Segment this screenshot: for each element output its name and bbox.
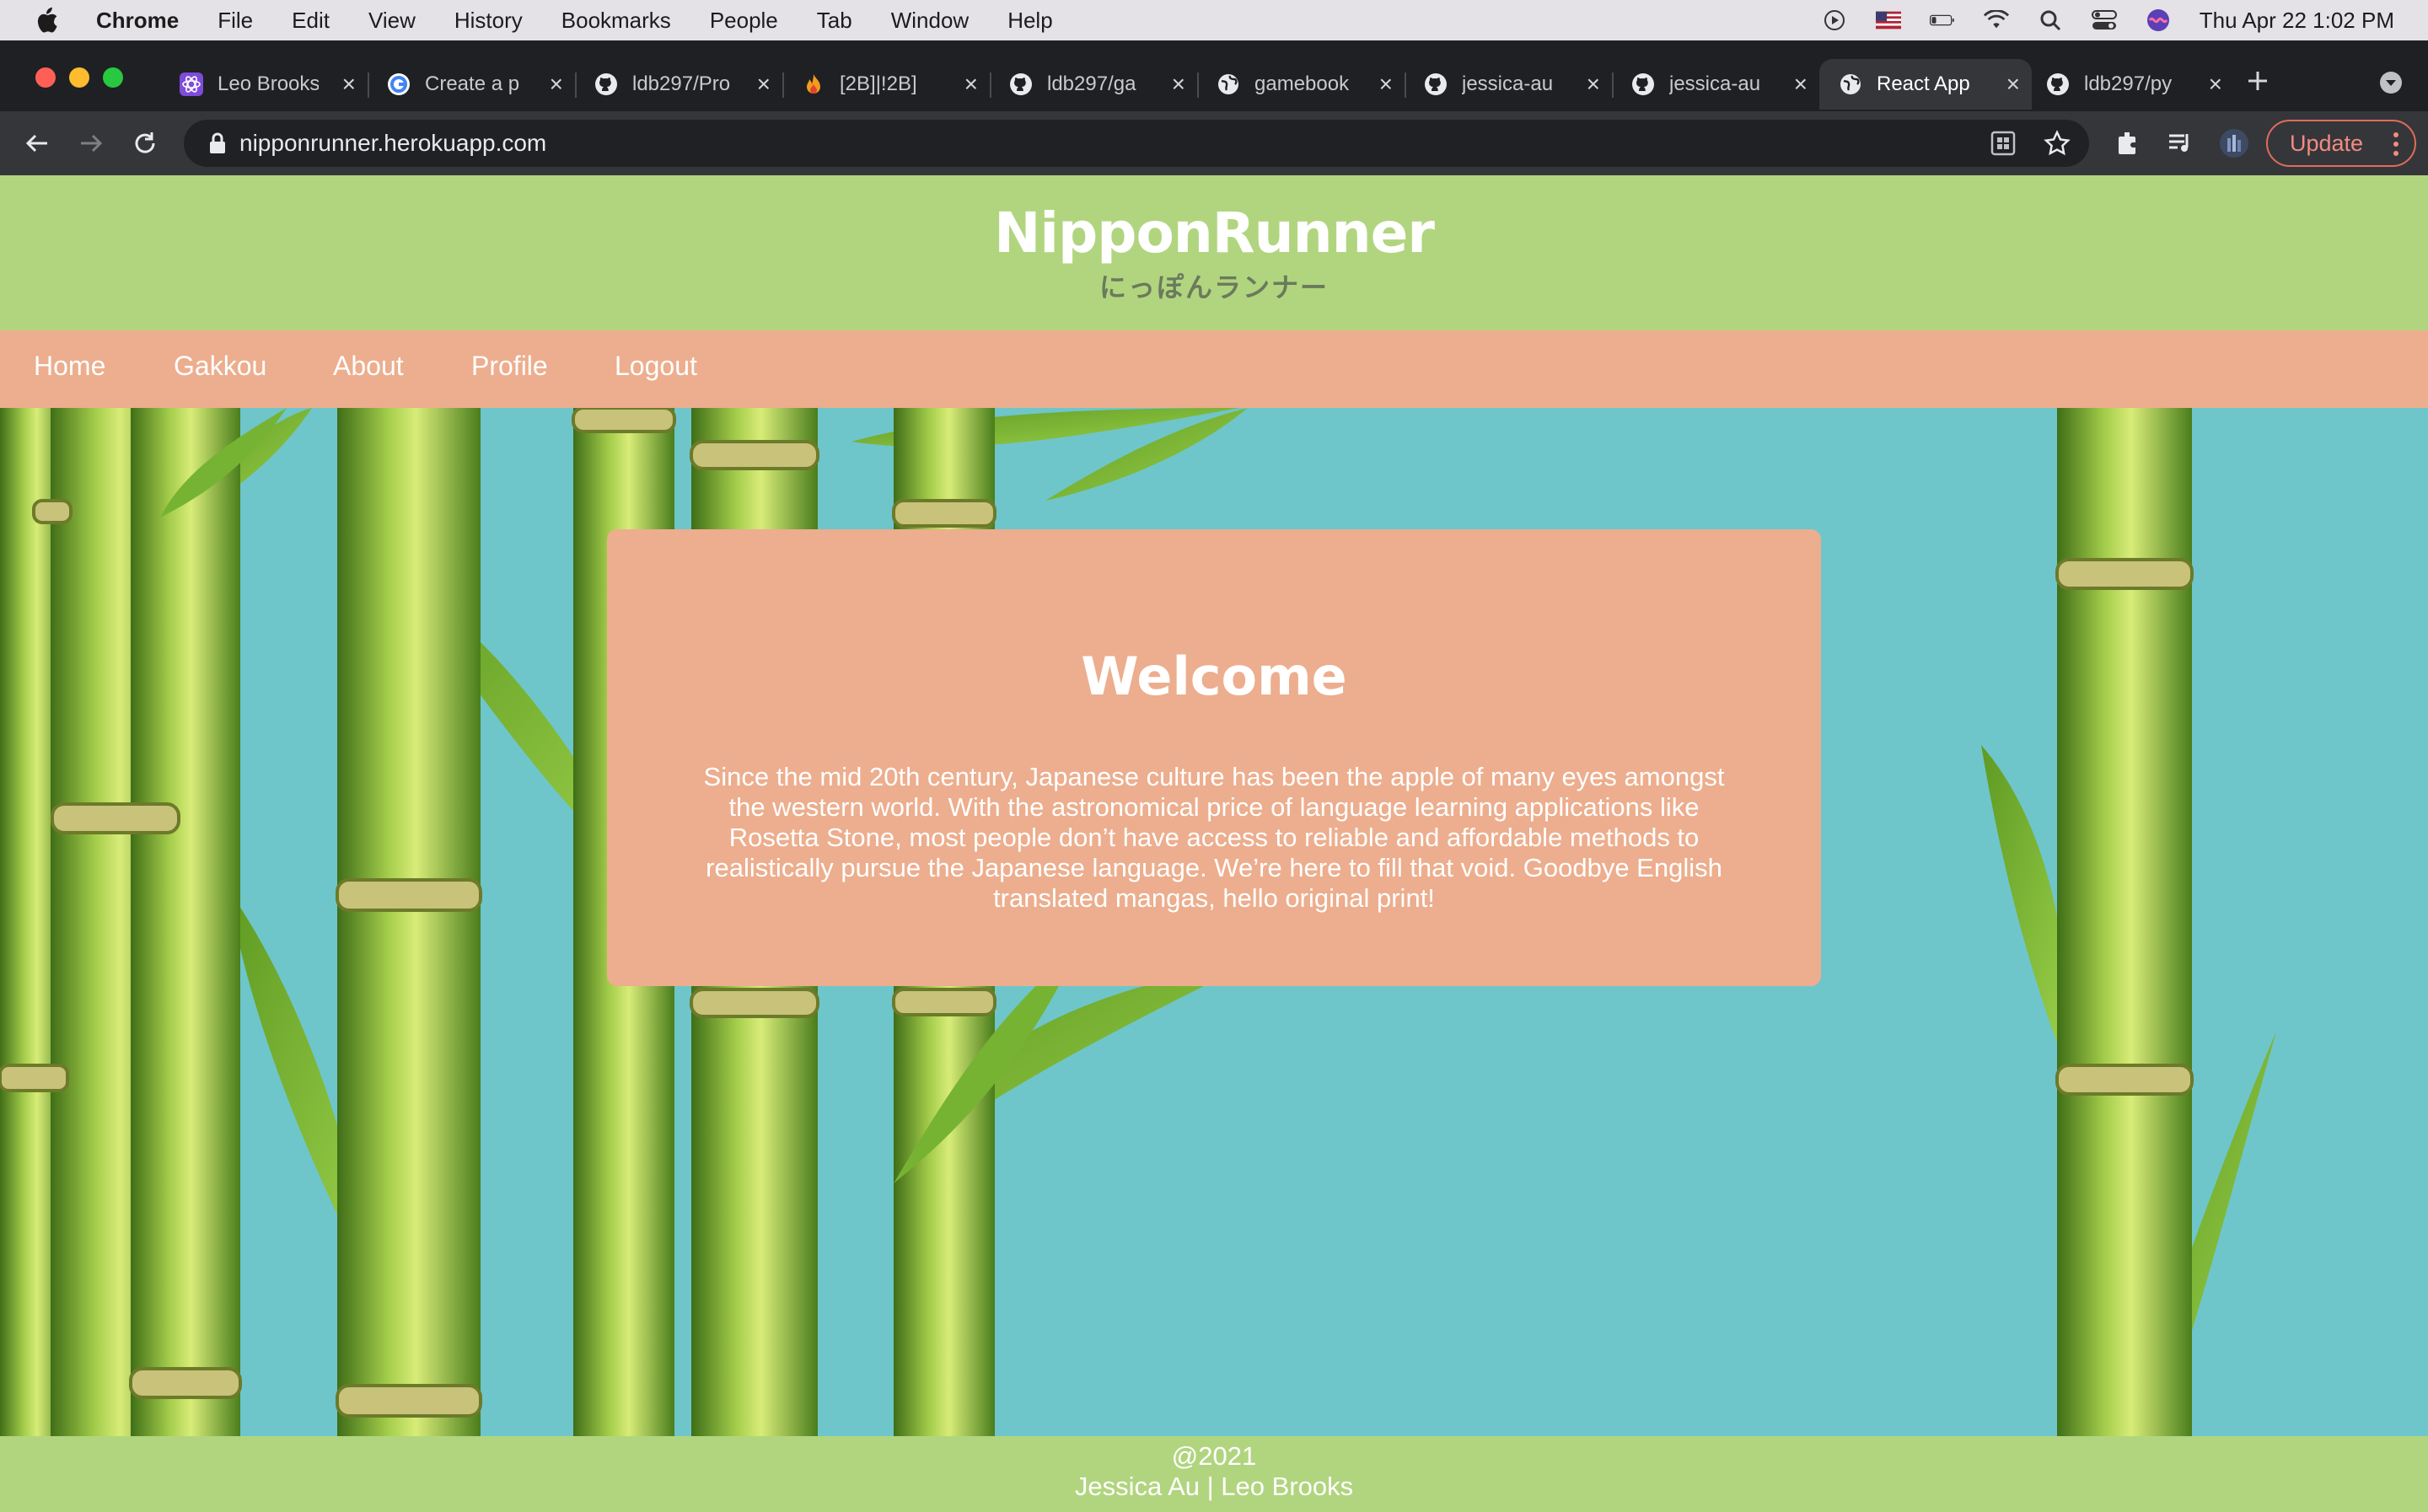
update-label: Update xyxy=(2290,130,2364,156)
menu-tab[interactable]: Tab xyxy=(817,8,852,34)
nav-home[interactable]: Home xyxy=(34,351,105,382)
browser-tab[interactable]: ldb297/py × xyxy=(2027,59,2234,110)
nav-logout[interactable]: Logout xyxy=(615,351,697,382)
tab-title: [2B]|!2B] xyxy=(840,72,917,95)
github-icon xyxy=(2045,72,2071,97)
menu-window[interactable]: Window xyxy=(891,8,969,34)
tab-close-icon[interactable]: × xyxy=(1587,72,1600,96)
menu-history[interactable]: History xyxy=(454,8,523,34)
site-subtitle: にっぽんランナー xyxy=(1099,272,1329,303)
tab-close-icon[interactable]: × xyxy=(964,72,978,96)
menu-edit[interactable]: Edit xyxy=(292,8,330,34)
battery-icon[interactable] xyxy=(1929,8,1955,32)
browser-tab[interactable]: React App × xyxy=(1819,59,2032,110)
tab-close-icon[interactable]: × xyxy=(1172,72,1185,96)
react-icon xyxy=(179,72,204,97)
window-minimize-button[interactable] xyxy=(69,67,89,88)
tab-close-icon[interactable]: × xyxy=(1794,72,1808,96)
browser-tab[interactable]: [2B]|!2B] × xyxy=(782,59,990,110)
media-control-icon[interactable] xyxy=(2165,128,2195,158)
footer-copyright: @2021 xyxy=(1171,1441,1257,1471)
window-zoom-button[interactable] xyxy=(103,67,123,88)
browser-tab[interactable]: gamebook × xyxy=(1197,59,1405,110)
lock-icon[interactable] xyxy=(202,128,233,158)
nav-profile[interactable]: Profile xyxy=(471,351,548,382)
window-close-button[interactable] xyxy=(35,67,56,88)
menu-view[interactable]: View xyxy=(368,8,416,34)
web-page: NipponRunner にっぽんランナー Home Gakkou About … xyxy=(0,175,2428,1512)
reload-icon[interactable] xyxy=(130,128,160,158)
site-title: NipponRunner xyxy=(994,201,1435,265)
tab-close-icon[interactable]: × xyxy=(2006,72,2020,96)
footer-authors: Jessica Au | Leo Brooks xyxy=(1074,1472,1354,1501)
menu-app-name[interactable]: Chrome xyxy=(96,8,179,34)
menubar-clock[interactable]: Thu Apr 22 1:02 PM xyxy=(2200,8,2394,34)
menu-people[interactable]: People xyxy=(710,8,778,34)
status-tray: Thu Apr 22 1:02 PM xyxy=(1822,0,2394,40)
tab-close-icon[interactable]: × xyxy=(342,72,356,96)
tab-title: jessica-au xyxy=(1669,72,1761,95)
browser-tab[interactable]: jessica-au × xyxy=(1612,59,1819,110)
welcome-card: Welcome Since the mid 20th century, Japa… xyxy=(607,529,1821,986)
nav-gakkou[interactable]: Gakkou xyxy=(174,351,266,382)
tab-title: jessica-au xyxy=(1462,72,1554,95)
tab-close-icon[interactable]: × xyxy=(1379,72,1393,96)
browser-tab[interactable]: ldb297/Pro × xyxy=(575,59,782,110)
site-header: NipponRunner にっぽんランナー xyxy=(0,175,2428,330)
macos-menubar: Chrome File Edit View History Bookmarks … xyxy=(0,0,2428,40)
flame-icon xyxy=(801,72,826,97)
github-icon xyxy=(1630,72,1656,97)
tab-title: ldb297/Pro xyxy=(632,72,731,95)
welcome-paragraph: Since the mid 20th century, Japanese cul… xyxy=(703,762,1725,913)
update-button[interactable]: Update xyxy=(2266,120,2416,167)
new-tab-icon[interactable] xyxy=(2243,66,2273,96)
nav-about[interactable]: About xyxy=(333,351,404,382)
tab-title: ldb297/py xyxy=(2084,72,2173,95)
browser-toolbar: nipponrunner.herokuapp.com Update xyxy=(0,111,2428,175)
site-footer: @2021 Jessica Au | Leo Brooks xyxy=(0,1436,2428,1512)
wifi-icon[interactable] xyxy=(1983,8,2009,32)
install-app-icon[interactable] xyxy=(1988,128,2018,158)
media-play-icon[interactable] xyxy=(1822,8,1847,32)
menu-help[interactable]: Help xyxy=(1007,8,1052,34)
bookmark-star-icon[interactable] xyxy=(2042,128,2072,158)
tab-close-icon[interactable]: × xyxy=(550,72,563,96)
extensions-icon[interactable] xyxy=(2113,128,2143,158)
tab-close-icon[interactable]: × xyxy=(757,72,771,96)
kebab-menu-icon[interactable] xyxy=(2393,131,2399,163)
us-flag-icon[interactable] xyxy=(1875,8,1901,32)
github-icon xyxy=(1008,72,1034,97)
google-icon xyxy=(386,72,411,97)
globe-icon xyxy=(1838,72,1863,97)
forward-arrow-icon[interactable] xyxy=(76,128,106,158)
globe-icon xyxy=(1216,72,1241,97)
siri-icon[interactable] xyxy=(2146,8,2171,32)
apple-menu-icon[interactable] xyxy=(34,6,59,35)
menu-bookmarks[interactable]: Bookmarks xyxy=(561,8,671,34)
github-icon xyxy=(594,72,619,97)
tab-title: gamebook xyxy=(1254,72,1350,95)
site-navbar: Home Gakkou About Profile Logout xyxy=(0,330,2428,408)
tab-title: Leo Brooks xyxy=(218,72,319,95)
control-center-icon[interactable] xyxy=(2091,8,2117,32)
tab-title: ldb297/ga xyxy=(1047,72,1136,95)
browser-tab[interactable]: jessica-au × xyxy=(1405,59,1612,110)
browser-tab[interactable]: ldb297/ga × xyxy=(990,59,1197,110)
menu-file[interactable]: File xyxy=(218,8,253,34)
address-bar[interactable]: nipponrunner.herokuapp.com xyxy=(184,120,2089,167)
tab-title: React App xyxy=(1877,72,1970,95)
url-text[interactable]: nipponrunner.herokuapp.com xyxy=(239,130,546,157)
tab-close-icon[interactable]: × xyxy=(2209,72,2222,96)
welcome-heading: Welcome xyxy=(1081,646,1347,707)
tab-title: Create a p xyxy=(425,72,520,95)
browser-tab[interactable]: Leo Brooks × xyxy=(160,59,368,110)
back-arrow-icon[interactable] xyxy=(22,128,52,158)
tab-search-icon[interactable] xyxy=(2376,67,2406,98)
profile-avatar[interactable] xyxy=(2219,128,2249,158)
browser-tab[interactable]: Create a p × xyxy=(368,59,575,110)
github-icon xyxy=(1423,72,1448,97)
spotlight-search-icon[interactable] xyxy=(2038,8,2063,32)
